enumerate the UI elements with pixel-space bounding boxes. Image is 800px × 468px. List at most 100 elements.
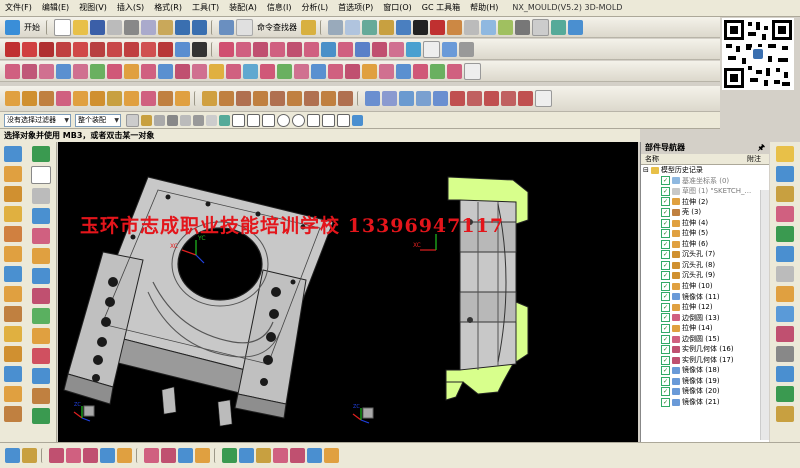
menu-insert[interactable]: 插入(S) (112, 0, 149, 16)
bottom-tool-11-icon[interactable] (195, 448, 210, 463)
menu-preferences[interactable]: 首选项(P) (333, 0, 378, 16)
print-icon[interactable] (107, 19, 122, 35)
surface-6-icon[interactable] (90, 63, 105, 79)
open-folder-icon[interactable] (73, 19, 88, 35)
surface-16-icon[interactable] (260, 63, 275, 79)
surface-12-icon[interactable] (192, 63, 207, 79)
navigator-feature-row[interactable]: ✓ 拉伸 (5) (641, 228, 769, 239)
polygon-icon[interactable] (124, 41, 139, 57)
assembly-navigator-icon[interactable] (776, 146, 794, 162)
bottom-tool-10-icon[interactable] (178, 448, 193, 463)
surface-8-icon[interactable] (124, 63, 139, 79)
feature-checkbox[interactable]: ✓ (661, 218, 670, 228)
bottom-tool-14-icon[interactable] (256, 448, 271, 463)
snap-control-icon[interactable] (247, 113, 260, 127)
constraint-navigator-icon[interactable] (776, 166, 794, 182)
feature-checkbox[interactable]: ✓ (661, 197, 670, 207)
feature-checkbox[interactable]: ✓ (661, 302, 670, 312)
feature-checkbox[interactable]: ✓ (661, 260, 670, 270)
groove-icon[interactable] (124, 91, 139, 106)
sketch-icon[interactable] (4, 326, 22, 342)
feature-checkbox[interactable]: ✓ (661, 292, 670, 302)
command-finder-icon[interactable] (236, 18, 253, 36)
bottom-tool-6-icon[interactable] (100, 448, 115, 463)
color-icon[interactable] (515, 19, 530, 35)
bottom-tool-16-icon[interactable] (290, 448, 305, 463)
mirror-icon[interactable] (304, 91, 319, 106)
menu-help[interactable]: 帮助(H) (465, 0, 503, 16)
nc-5-icon[interactable] (518, 91, 533, 106)
palette-icon[interactable] (776, 386, 794, 402)
surface-18-icon[interactable] (294, 63, 309, 79)
wcs-origin-icon[interactable] (32, 146, 50, 162)
menu-window[interactable]: 窗口(O) (378, 0, 417, 16)
surface-4-icon[interactable] (56, 63, 71, 79)
feature-checkbox[interactable]: ✓ (661, 334, 670, 344)
menu-format[interactable]: 格式(R) (149, 0, 187, 16)
navigator-feature-row[interactable]: ✓ 镜像体 (11) (641, 292, 769, 303)
feature-checkbox[interactable]: ✓ (661, 345, 670, 355)
bottom-tool-8-icon[interactable] (144, 448, 159, 463)
feature-checkbox[interactable]: ✓ (661, 366, 670, 376)
bom-icon[interactable] (32, 408, 50, 424)
copy-icon[interactable] (141, 19, 156, 35)
bottom-tool-4-icon[interactable] (66, 448, 81, 463)
feature-dropdown-icon[interactable] (535, 90, 552, 107)
navigator-feature-row[interactable]: ✓ 拉伸 (14) (641, 323, 769, 334)
snap-endpoint-icon[interactable] (219, 114, 230, 126)
reuse-library-icon[interactable] (776, 206, 794, 222)
trim-body-icon[interactable] (321, 91, 336, 106)
rotate-icon[interactable] (362, 19, 377, 35)
repeat-command-icon[interactable] (219, 19, 234, 35)
bottom-tool-5-icon[interactable] (83, 448, 98, 463)
system-material-icon[interactable] (776, 286, 794, 302)
move-face-icon[interactable] (382, 91, 397, 106)
arc-icon[interactable] (22, 41, 37, 57)
navigator-feature-row[interactable]: ✓ 镜像体 (20) (641, 386, 769, 397)
nc-icon[interactable] (450, 91, 465, 106)
surface-22-icon[interactable] (362, 63, 377, 79)
menu-information[interactable]: 信息(I) (262, 0, 297, 16)
pocket-icon[interactable] (73, 91, 88, 106)
paste-icon[interactable] (158, 19, 173, 35)
part-navigator-icon[interactable] (776, 186, 794, 202)
electrode-icon[interactable] (32, 388, 50, 404)
nc-2-icon[interactable] (467, 91, 482, 106)
surface-21-icon[interactable] (345, 63, 360, 79)
pan-icon[interactable] (379, 19, 394, 35)
curve-analysis-icon[interactable] (32, 228, 50, 244)
datum-axis-icon[interactable] (4, 286, 22, 302)
menu-edit[interactable]: 编辑(E) (37, 0, 74, 16)
start-label[interactable]: 开始 (24, 22, 40, 33)
select-icon[interactable] (154, 114, 165, 126)
redo-icon[interactable] (192, 19, 207, 35)
tube-icon[interactable] (4, 246, 22, 262)
system-scene-icon[interactable] (776, 366, 794, 382)
web-browser-icon[interactable] (776, 246, 794, 262)
delete-face-icon[interactable] (433, 91, 448, 106)
hole-icon[interactable] (39, 91, 54, 106)
view-orient-icon[interactable] (396, 19, 411, 35)
pad-icon[interactable] (90, 91, 105, 106)
point-set-icon[interactable] (90, 41, 105, 57)
feature-checkbox[interactable]: ✓ (661, 323, 670, 333)
sync-modeling-icon[interactable] (399, 91, 414, 106)
bottom-tool-2-icon[interactable] (22, 448, 37, 463)
point-icon[interactable] (39, 41, 54, 57)
surface-14-icon[interactable] (226, 63, 241, 79)
feature-checkbox[interactable]: ✓ (661, 387, 670, 397)
menu-view[interactable]: 视图(V) (74, 0, 112, 16)
spline-icon[interactable] (56, 41, 71, 57)
measure-icon[interactable] (32, 188, 50, 204)
surface-23-icon[interactable] (379, 63, 394, 79)
surface-1-icon[interactable] (5, 63, 20, 79)
helix-icon[interactable] (175, 41, 190, 57)
feature-checkbox[interactable]: ✓ (661, 376, 670, 386)
manufacturing-wizard-icon[interactable] (776, 326, 794, 342)
snap-on-face-icon[interactable] (337, 113, 350, 127)
sphere-icon[interactable] (4, 226, 22, 242)
navigator-feature-row[interactable]: ✓ 拉伸 (12) (641, 302, 769, 313)
surface-9-icon[interactable] (141, 63, 156, 79)
snap-on-curve-icon[interactable] (322, 113, 335, 127)
orient-view-icon[interactable] (551, 19, 566, 35)
